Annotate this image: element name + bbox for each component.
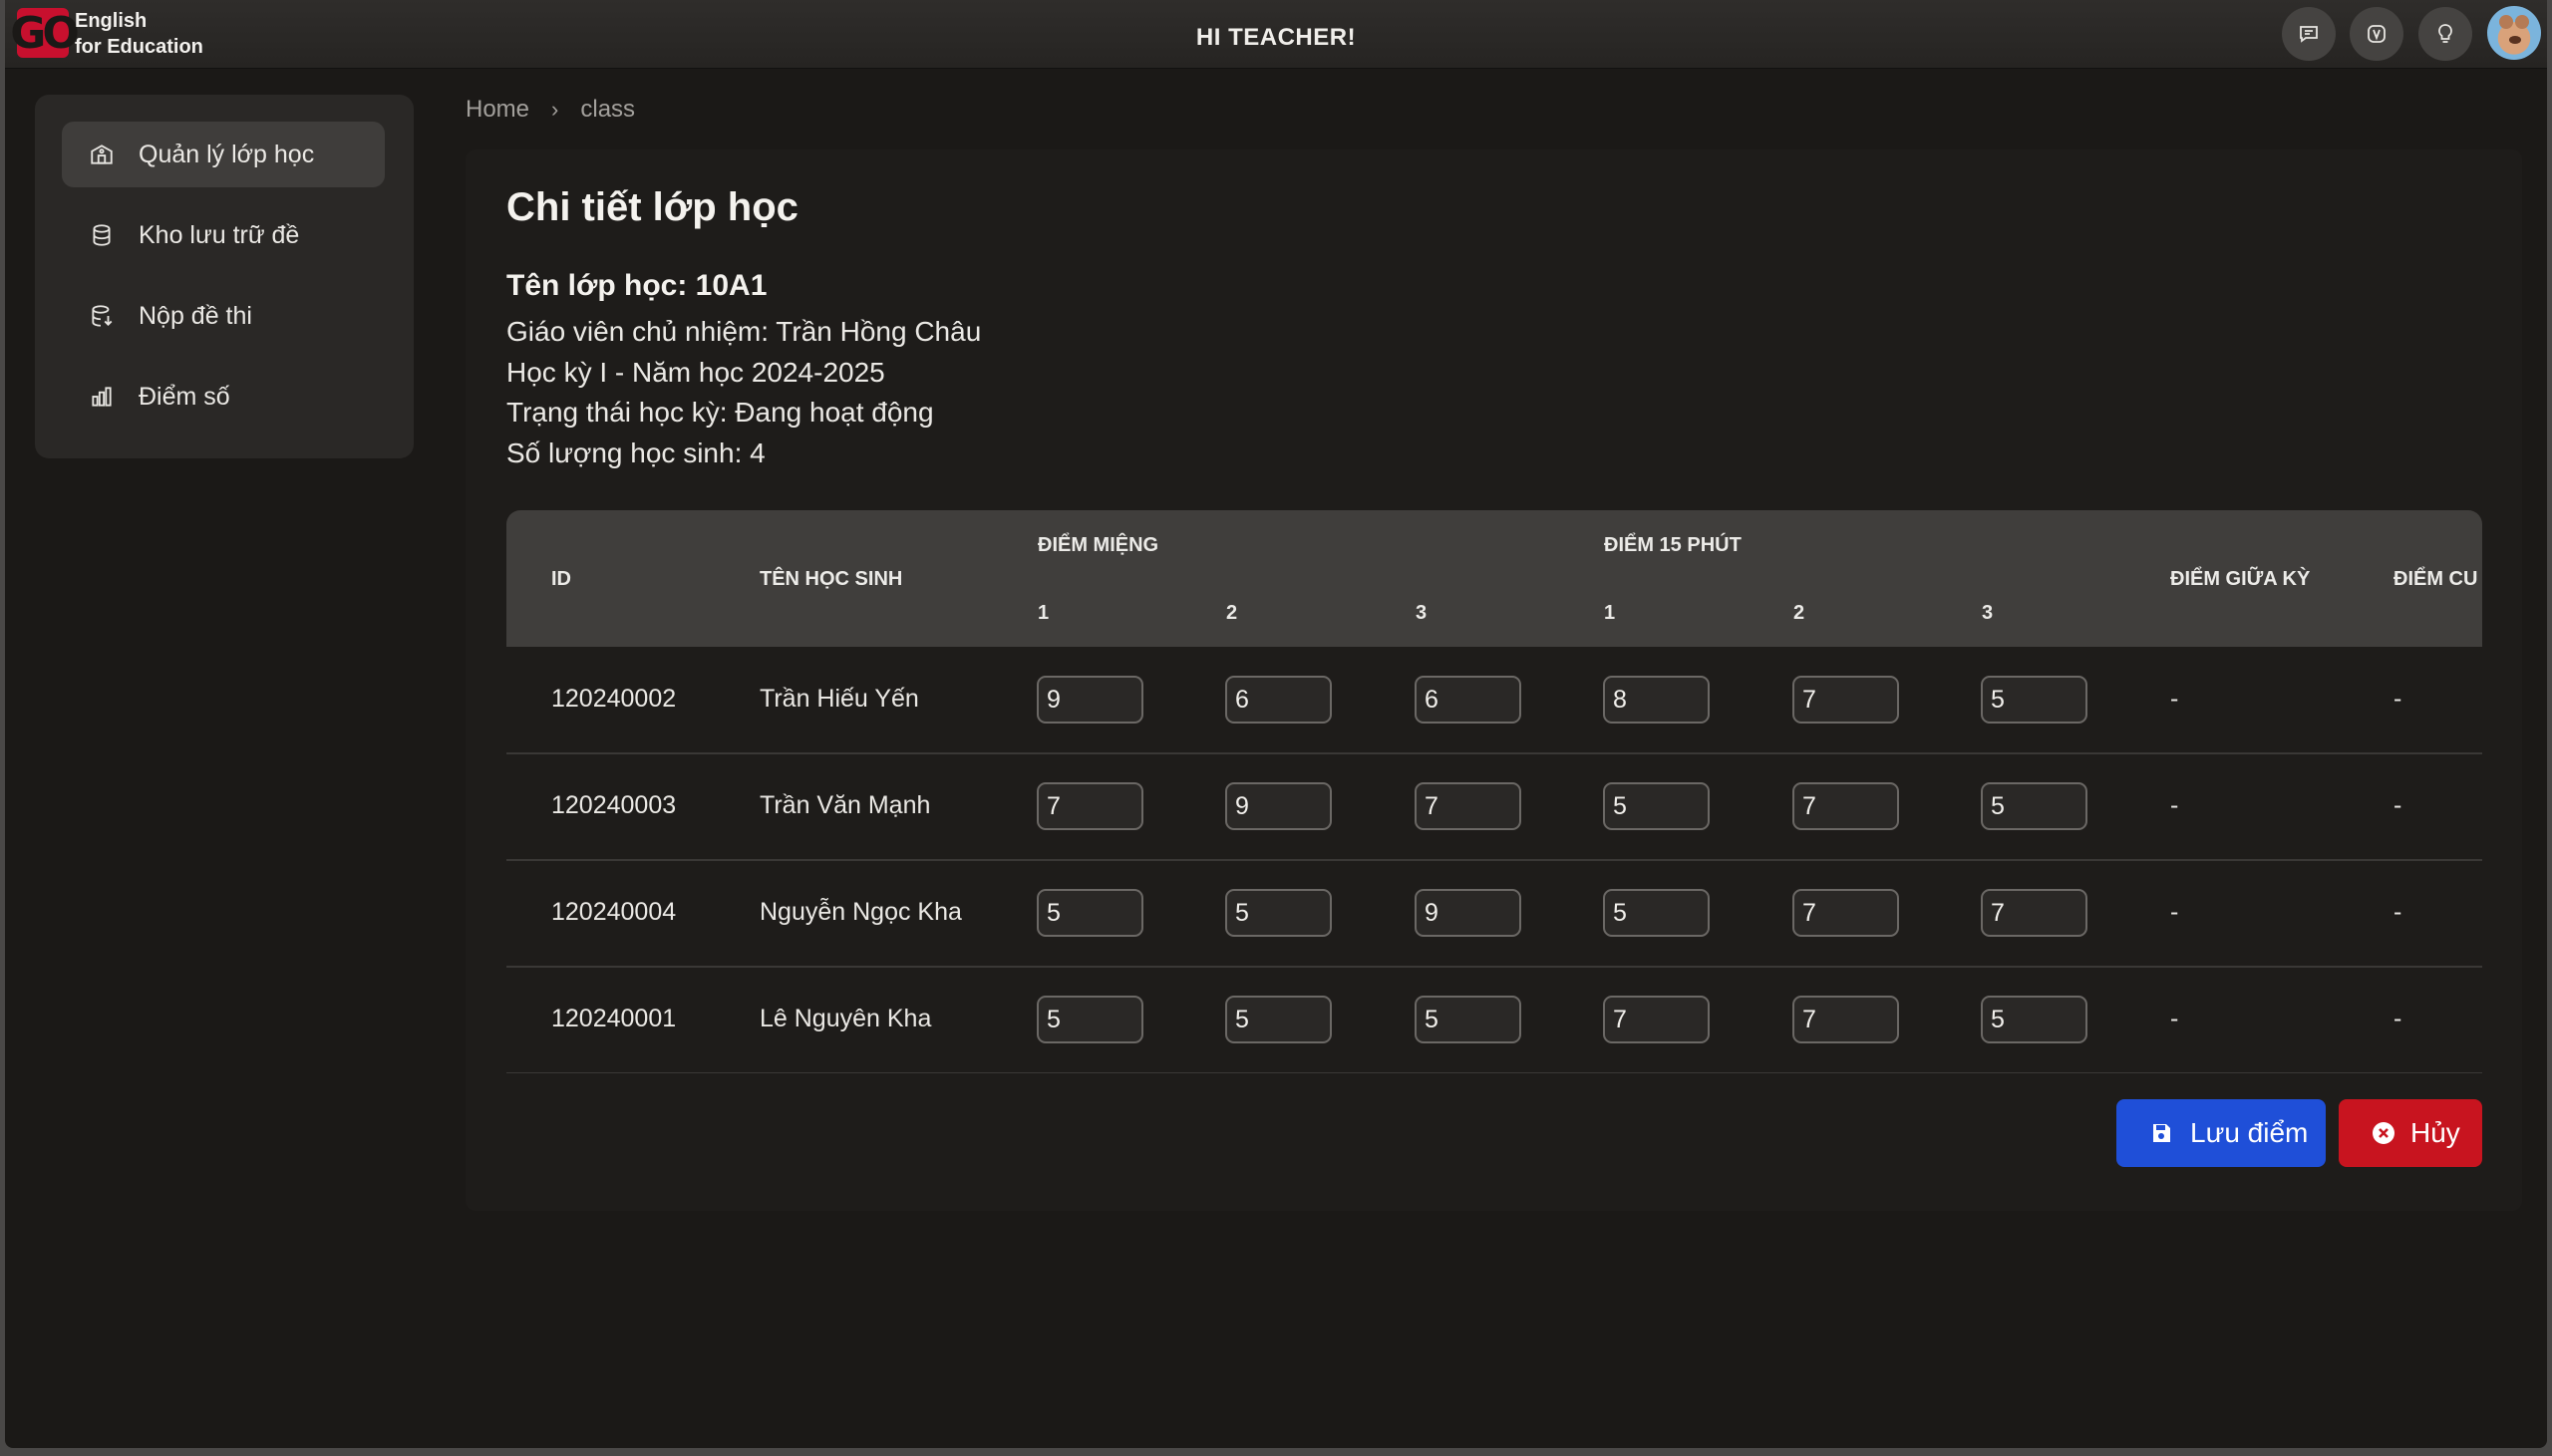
chevron-right-icon: › [551,97,559,122]
oral-score-1-input[interactable] [1037,676,1143,724]
breadcrumb-home[interactable]: Home [466,96,529,124]
student-name: Trần Văn Mạnh [760,791,931,819]
oral-score-2-input[interactable] [1225,782,1332,830]
header-sub-2: 2 [1226,602,1238,624]
student-count: Số lượng học sinh: 4 [506,437,766,468]
quiz15-score-1-input[interactable] [1603,676,1710,724]
midterm-score: - [2170,1005,2179,1032]
header-sub-4: 1 [1604,602,1616,624]
quiz15-score-3-input[interactable] [1981,782,2087,830]
database-icon [87,220,117,250]
database-upload-icon [87,301,117,331]
close-circle-icon [2371,1120,2396,1146]
sidebar-item-class-management[interactable]: Quản lý lớp học [62,122,385,187]
student-id: 120240003 [551,791,677,819]
quiz15-score-3-input[interactable] [1981,996,2087,1043]
oral-score-3-input[interactable] [1415,782,1521,830]
sidebar-item-label: Quản lý lớp học [139,140,315,168]
quiz15-score-2-input[interactable] [1792,996,1899,1043]
student-name: Trần Hiếu Yến [760,685,919,713]
quiz15-score-3-input[interactable] [1981,676,2087,724]
oral-score-2-input[interactable] [1225,996,1332,1043]
oral-score-2-input[interactable] [1225,889,1332,937]
header-oral-score: ĐIỂM MIỆNG [1038,534,1159,556]
avatar[interactable] [2487,6,2541,60]
top-bar: GO English for Education HI TEACHER! [5,0,2547,69]
header-student-name: TÊN HỌC SINH [760,568,903,590]
quiz15-score-3-input[interactable] [1981,889,2087,937]
oral-score-3-input[interactable] [1415,676,1521,724]
semester-status: Trạng thái học kỳ: Đang hoạt động [506,397,934,428]
table-row: 120240001 Lê Nguyên Kha - - [506,967,2482,1073]
header-final-score: ĐIỂM CU [2393,568,2478,590]
sidebar-item-scores[interactable]: Điểm số [62,364,385,430]
student-id: 120240004 [551,898,677,926]
midterm-score: - [2170,791,2179,819]
header-15min-score: ĐIỂM 15 PHÚT [1604,534,1742,556]
breadcrumb: Home › class [466,96,635,124]
homeroom-teacher: Giáo viên chủ nhiệm: Trần Hồng Châu [506,316,982,347]
student-name: Nguyễn Ngọc Kha [760,898,962,926]
quiz15-score-1-input[interactable] [1603,889,1710,937]
header-sub-6: 3 [1982,602,1994,624]
chat-icon [2300,26,2318,43]
student-id: 120240002 [551,685,677,713]
final-score: - [2393,685,2402,713]
final-score: - [2393,1005,2402,1032]
save-scores-label: Lưu điểm [2190,1117,2309,1148]
midterm-score: - [2170,685,2179,713]
save-icon [2148,1120,2174,1146]
final-score: - [2393,791,2402,819]
midterm-score: - [2170,898,2179,926]
class-name: Tên lớp học: 10A1 [506,269,768,302]
oral-score-3-input[interactable] [1415,889,1521,937]
greeting: HI TEACHER! [1195,24,1357,51]
header-sub-3: 3 [1416,602,1428,624]
header-sub-5: 2 [1793,602,1805,624]
cancel-label: Hủy [2410,1117,2460,1148]
chat-button[interactable] [2282,7,2336,61]
sidebar-item-label: Điểm số [139,382,230,411]
oral-score-1-input[interactable] [1037,889,1143,937]
sidebar-item-question-bank[interactable]: Kho lưu trữ đề [62,202,385,268]
breadcrumb-current: class [580,96,636,123]
app-window: GO English for Education HI TEACHER! Quả… [5,0,2547,1448]
sidebar-item-label: Nộp đề thi [139,301,252,330]
quiz15-score-2-input[interactable] [1792,889,1899,937]
quiz15-score-2-input[interactable] [1792,676,1899,724]
oral-score-3-input[interactable] [1415,996,1521,1043]
oral-score-2-input[interactable] [1225,676,1332,724]
table-row: 120240002 Trần Hiếu Yến - - [506,647,2482,754]
bar-chart-icon [87,382,117,412]
v-badge-icon [2368,25,2386,43]
version-button[interactable] [2350,7,2403,61]
oral-score-1-input[interactable] [1037,996,1143,1043]
table-row: 120240003 Trần Văn Mạnh - - [506,753,2482,861]
quiz15-score-2-input[interactable] [1792,782,1899,830]
header-id: ID [551,568,571,590]
scores-table[interactable]: ID TÊN HỌC SINH ĐIỂM MIỆNG ĐIỂM 15 PHÚT … [506,510,2482,1073]
table-row: 120240004 Nguyễn Ngọc Kha - - [506,860,2482,968]
student-id: 120240001 [551,1005,677,1032]
oral-score-1-input[interactable] [1037,782,1143,830]
sidebar-item-label: Kho lưu trữ đề [139,220,300,249]
final-score: - [2393,898,2402,926]
table-header: ID TÊN HỌC SINH ĐIỂM MIỆNG ĐIỂM 15 PHÚT … [506,510,2482,647]
school-icon [87,140,117,169]
semester: Học kỳ I - Năm học 2024-2025 [506,357,885,388]
header-sub-1: 1 [1038,602,1050,624]
header-midterm-score: ĐIỂM GIỮA KỲ [2170,568,2311,590]
lightbulb-icon [2438,24,2452,43]
quiz15-score-1-input[interactable] [1603,996,1710,1043]
student-name: Lê Nguyên Kha [760,1005,932,1032]
save-scores-button[interactable]: Lưu điểm [2116,1099,2326,1167]
page-title: Chi tiết lớp học [506,185,798,229]
sidebar-item-submit-exam[interactable]: Nộp đề thi [62,283,385,349]
tips-button[interactable] [2418,7,2472,61]
cancel-button[interactable]: Hủy [2339,1099,2482,1167]
sidebar: Quản lý lớp học Kho lưu trữ đề Nộp đề th… [35,95,414,458]
quiz15-score-1-input[interactable] [1603,782,1710,830]
